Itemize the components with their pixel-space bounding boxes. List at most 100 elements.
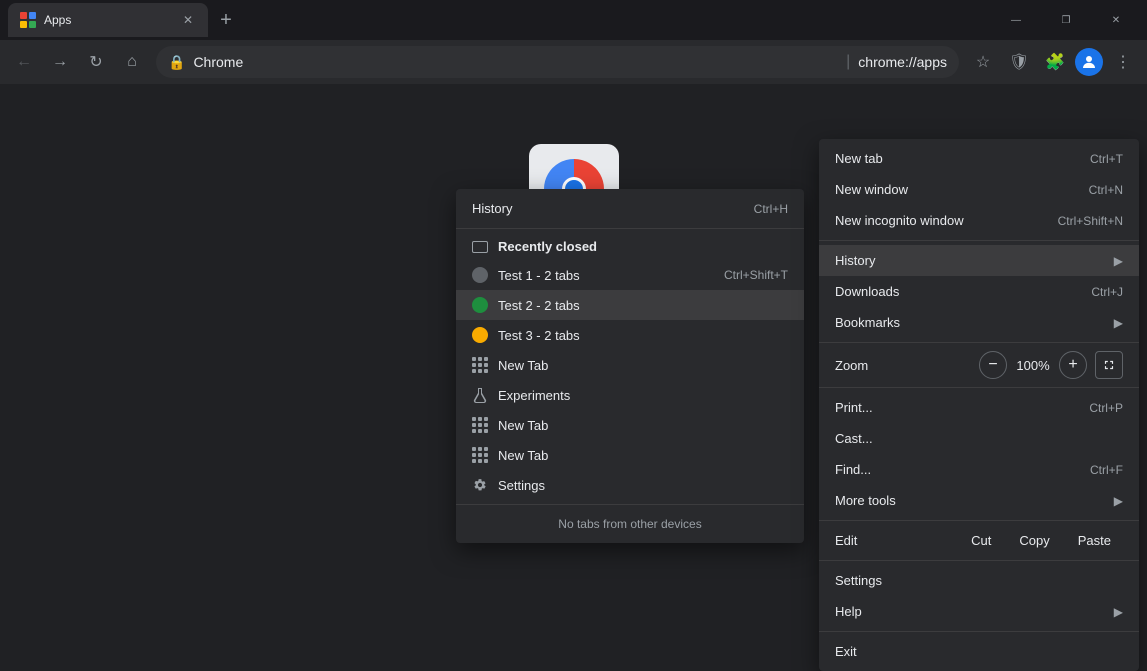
new-tab-shortcut: Ctrl+T xyxy=(1090,152,1123,166)
menu-find[interactable]: Find... Ctrl+F xyxy=(819,454,1139,485)
home-button[interactable]: ⌂ xyxy=(116,46,148,78)
newtab3-icon xyxy=(472,447,488,463)
zoom-label: Zoom xyxy=(835,358,971,373)
menu-divider-2 xyxy=(819,342,1139,343)
history-shortcut: Ctrl+H xyxy=(754,202,788,216)
tab-area: Apps ✕ + xyxy=(8,3,985,37)
address-bar[interactable]: 🔒 Chrome | chrome://apps xyxy=(156,46,959,78)
bookmarks-arrow-icon: ▶ xyxy=(1114,316,1123,330)
menu-exit[interactable]: Exit xyxy=(819,636,1139,667)
menu-button[interactable]: ⋮ xyxy=(1107,46,1139,78)
toolbar: ← → ↻ ⌂ 🔒 Chrome | chrome://apps ☆ 🛡 🧩 ⋮ xyxy=(0,40,1147,84)
help-label: Help xyxy=(835,604,862,619)
browser-name: Chrome xyxy=(193,54,838,70)
new-tab-button[interactable]: + xyxy=(212,6,240,34)
settings-icon xyxy=(472,477,488,493)
menu-bookmarks[interactable]: Bookmarks ▶ xyxy=(819,307,1139,338)
settings-menu-label: Settings xyxy=(835,573,882,588)
reload-button[interactable]: ↻ xyxy=(80,46,112,78)
history-item-test2[interactable]: Test 2 - 2 tabs xyxy=(456,290,804,320)
menu-edit-row: Edit Cut Copy Paste xyxy=(819,525,1139,556)
print-shortcut: Ctrl+P xyxy=(1089,401,1123,415)
test3-label: Test 3 - 2 tabs xyxy=(498,328,580,343)
history-item-experiments[interactable]: Experiments xyxy=(456,380,804,410)
history-title: History xyxy=(472,201,512,216)
menu-print[interactable]: Print... Ctrl+P xyxy=(819,392,1139,423)
newtab2-icon xyxy=(472,417,488,433)
paste-button[interactable]: Paste xyxy=(1066,529,1123,552)
history-item-test3[interactable]: Test 3 - 2 tabs xyxy=(456,320,804,350)
newtab3-label: New Tab xyxy=(498,448,548,463)
test1-shortcut: Ctrl+Shift+T xyxy=(724,268,788,282)
new-window-shortcut: Ctrl+N xyxy=(1089,183,1123,197)
window-icon xyxy=(472,241,488,253)
downloads-label: Downloads xyxy=(835,284,899,299)
history-item-newtab1[interactable]: New Tab xyxy=(456,350,804,380)
experiments-label: Experiments xyxy=(498,388,570,403)
security-icon: 🔒 xyxy=(168,54,185,71)
history-item-settings[interactable]: Settings xyxy=(456,470,804,500)
menu-history[interactable]: History ▶ xyxy=(819,245,1139,276)
downloads-shortcut: Ctrl+J xyxy=(1091,285,1123,299)
bookmarks-label: Bookmarks xyxy=(835,315,900,330)
address-url: chrome://apps xyxy=(858,54,947,70)
new-incognito-shortcut: Ctrl+Shift+N xyxy=(1058,214,1123,228)
cut-button[interactable]: Cut xyxy=(959,529,1003,552)
active-tab[interactable]: Apps ✕ xyxy=(8,3,208,37)
menu-settings[interactable]: Settings xyxy=(819,565,1139,596)
restore-button[interactable]: ❐ xyxy=(1043,5,1089,35)
close-button[interactable]: ✕ xyxy=(1093,5,1139,35)
newtab2-label: New Tab xyxy=(498,418,548,433)
address-separator: | xyxy=(846,53,850,71)
history-header[interactable]: History Ctrl+H xyxy=(456,193,804,224)
test3-icon xyxy=(472,327,488,343)
zoom-fullscreen-button[interactable] xyxy=(1095,351,1123,379)
page-content: Web Store History Ctrl+H Recently closed… xyxy=(0,84,1147,645)
newtab1-label: New Tab xyxy=(498,358,548,373)
zoom-plus-button[interactable]: + xyxy=(1059,351,1087,379)
no-tabs-text: No tabs from other devices xyxy=(456,509,804,539)
bookmark-button[interactable]: ☆ xyxy=(967,46,999,78)
menu-new-incognito[interactable]: New incognito window Ctrl+Shift+N xyxy=(819,205,1139,236)
back-button[interactable]: ← xyxy=(8,46,40,78)
history-item-newtab3[interactable]: New Tab xyxy=(456,440,804,470)
tab-close-button[interactable]: ✕ xyxy=(180,12,196,28)
test1-icon xyxy=(472,267,488,283)
forward-button[interactable]: → xyxy=(44,46,76,78)
menu-cast[interactable]: Cast... xyxy=(819,423,1139,454)
history-item-newtab2[interactable]: New Tab xyxy=(456,410,804,440)
settings-label: Settings xyxy=(498,478,545,493)
profile-button[interactable] xyxy=(1075,48,1103,76)
edit-label: Edit xyxy=(835,533,955,548)
experiments-icon xyxy=(472,387,488,403)
menu-downloads[interactable]: Downloads Ctrl+J xyxy=(819,276,1139,307)
menu-divider-5 xyxy=(819,560,1139,561)
menu-more-tools[interactable]: More tools ▶ xyxy=(819,485,1139,516)
newtab1-icon xyxy=(472,357,488,373)
menu-divider-6 xyxy=(819,631,1139,632)
history-item-test1[interactable]: Test 1 - 2 tabs Ctrl+Shift+T xyxy=(456,260,804,290)
copy-button[interactable]: Copy xyxy=(1007,529,1061,552)
menu-zoom-row: Zoom − 100% + xyxy=(819,347,1139,383)
history-divider-bottom xyxy=(456,504,804,505)
minimize-button[interactable]: — xyxy=(993,5,1039,35)
menu-new-tab[interactable]: New tab Ctrl+T xyxy=(819,143,1139,174)
menu-divider-3 xyxy=(819,387,1139,388)
menu-help[interactable]: Help ▶ xyxy=(819,596,1139,627)
print-label: Print... xyxy=(835,400,873,415)
find-shortcut: Ctrl+F xyxy=(1090,463,1123,477)
history-divider-top xyxy=(456,228,804,229)
test2-label: Test 2 - 2 tabs xyxy=(498,298,580,313)
cast-label: Cast... xyxy=(835,431,873,446)
extensions-button[interactable]: 🧩 xyxy=(1039,46,1071,78)
exit-label: Exit xyxy=(835,644,857,659)
test1-label: Test 1 - 2 tabs xyxy=(498,268,580,283)
menu-new-window[interactable]: New window Ctrl+N xyxy=(819,174,1139,205)
title-bar: Apps ✕ + — ❐ ✕ xyxy=(0,0,1147,40)
tab-favicon xyxy=(20,12,36,28)
menu-divider-1 xyxy=(819,240,1139,241)
zoom-minus-button[interactable]: − xyxy=(979,351,1007,379)
shield-button[interactable]: 🛡 xyxy=(1003,46,1035,78)
menu-divider-4 xyxy=(819,520,1139,521)
history-label: History xyxy=(835,253,875,268)
